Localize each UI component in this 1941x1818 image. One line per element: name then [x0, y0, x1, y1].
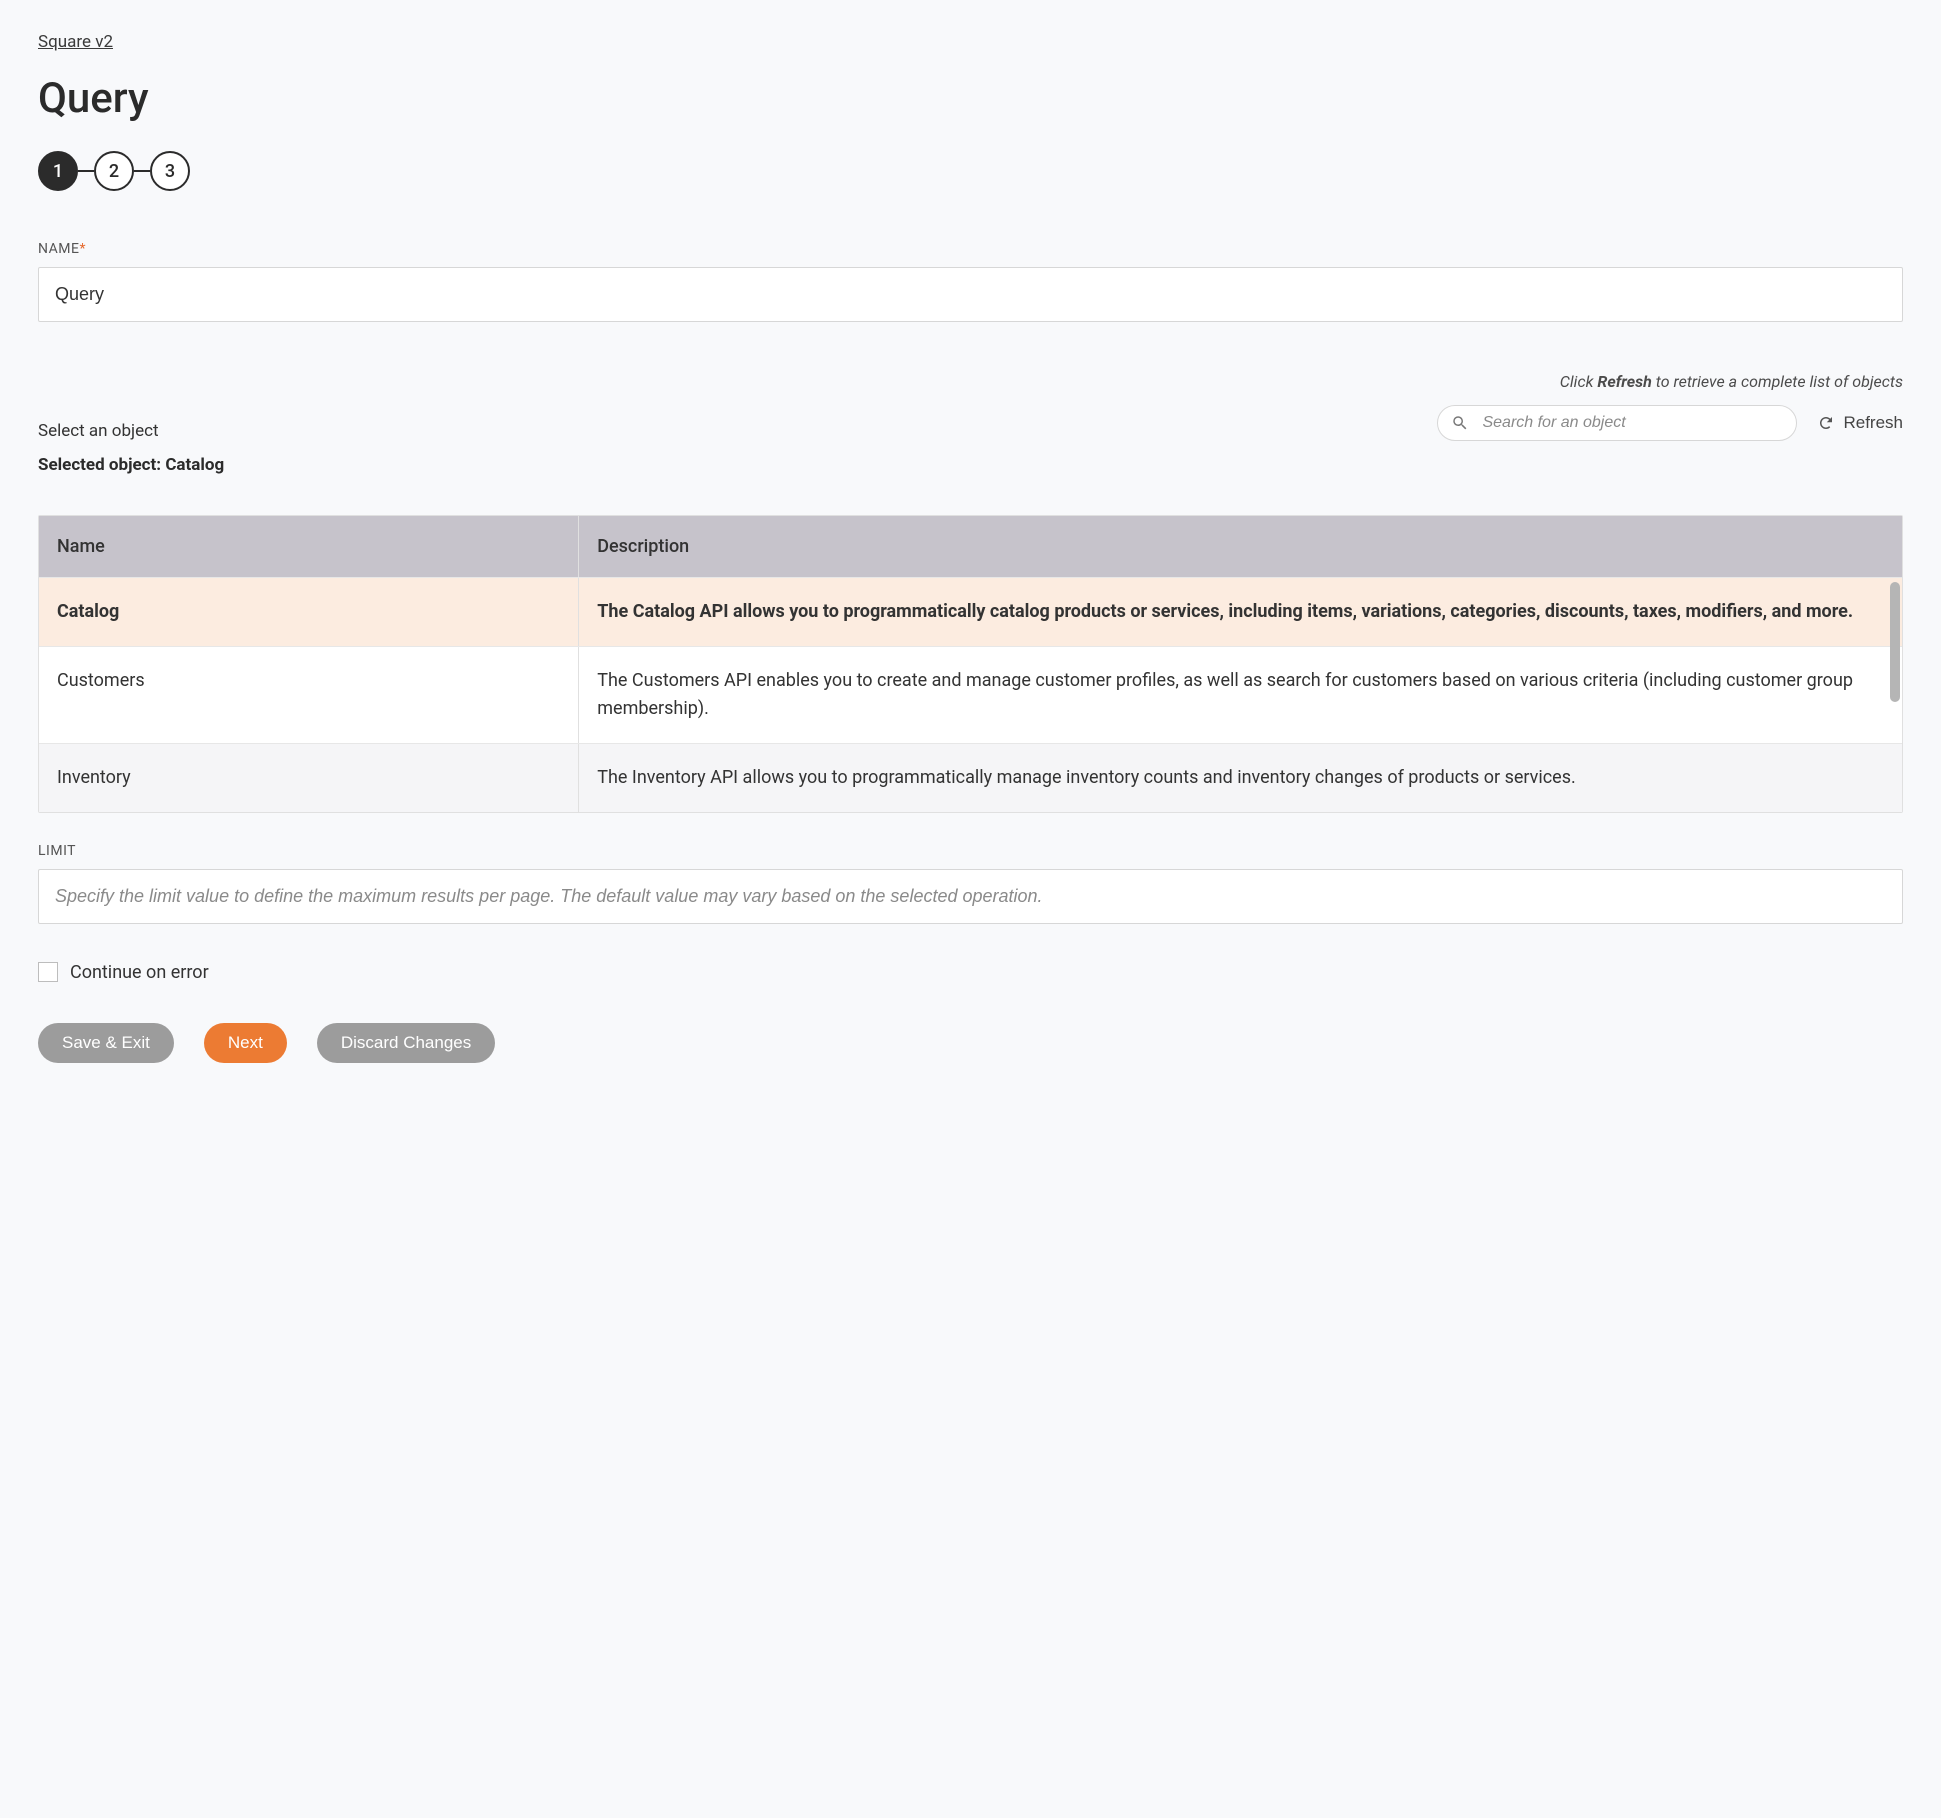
cell-name: Catalog [39, 578, 579, 646]
step-1[interactable]: 1 [38, 151, 78, 191]
name-input[interactable] [38, 267, 1903, 322]
scrollbar-thumb[interactable] [1890, 582, 1900, 702]
table-header-row: Name Description [39, 516, 1902, 577]
table-row[interactable]: Catalog The Catalog API allows you to pr… [39, 577, 1902, 646]
cell-description: The Customers API enables you to create … [579, 647, 1902, 743]
save-exit-button[interactable]: Save & Exit [38, 1023, 174, 1063]
next-button[interactable]: Next [204, 1023, 287, 1063]
footer-buttons: Save & Exit Next Discard Changes [38, 1023, 1903, 1063]
table-body: Catalog The Catalog API allows you to pr… [39, 577, 1902, 812]
cell-description: The Inventory API allows you to programm… [579, 744, 1902, 812]
hint-suffix: to retrieve a complete list of objects [1652, 372, 1903, 391]
step-2[interactable]: 2 [94, 151, 134, 191]
limit-field-group: LIMIT [38, 843, 1903, 924]
table-row[interactable]: Customers The Customers API enables you … [39, 646, 1902, 743]
search-wrapper [1437, 405, 1797, 441]
continue-on-error-checkbox[interactable] [38, 962, 58, 982]
column-header-name: Name [39, 516, 579, 577]
hint-bold: Refresh [1597, 372, 1651, 391]
column-header-description: Description [579, 516, 1902, 577]
select-object-prompt: Select an object [38, 421, 159, 441]
name-field-label: NAME* [38, 241, 1903, 257]
name-label-text: NAME [38, 241, 79, 257]
required-star-icon: * [79, 241, 86, 257]
limit-input[interactable] [38, 869, 1903, 924]
object-table: Name Description Catalog The Catalog API… [38, 515, 1903, 813]
refresh-button[interactable]: Refresh [1817, 413, 1903, 433]
cell-description: The Catalog API allows you to programmat… [579, 578, 1902, 646]
continue-on-error-label: Continue on error [70, 962, 209, 983]
cell-name: Customers [39, 647, 579, 743]
selected-object-line: Selected object: Catalog [38, 455, 1903, 475]
limit-field-label: LIMIT [38, 843, 1903, 859]
continue-on-error-row[interactable]: Continue on error [38, 962, 1903, 983]
refresh-icon [1817, 414, 1835, 432]
object-search-input[interactable] [1437, 405, 1797, 441]
discard-changes-button[interactable]: Discard Changes [317, 1023, 495, 1063]
selected-value: Catalog [165, 455, 224, 475]
search-icon [1451, 414, 1469, 432]
wizard-stepper: 1 2 3 [38, 151, 1903, 191]
hint-prefix: Click [1560, 372, 1598, 391]
refresh-label: Refresh [1843, 413, 1903, 433]
step-connector [134, 170, 150, 172]
name-field-group: NAME* [38, 241, 1903, 322]
table-row[interactable]: Inventory The Inventory API allows you t… [39, 743, 1902, 812]
cell-name: Inventory [39, 744, 579, 812]
page-title: Query [38, 74, 1903, 123]
selected-prefix: Selected object: [38, 455, 165, 475]
step-3[interactable]: 3 [150, 151, 190, 191]
step-connector [78, 170, 94, 172]
breadcrumb-link[interactable]: Square v2 [38, 32, 113, 52]
refresh-hint: Click Refresh to retrieve a complete lis… [1560, 372, 1903, 391]
